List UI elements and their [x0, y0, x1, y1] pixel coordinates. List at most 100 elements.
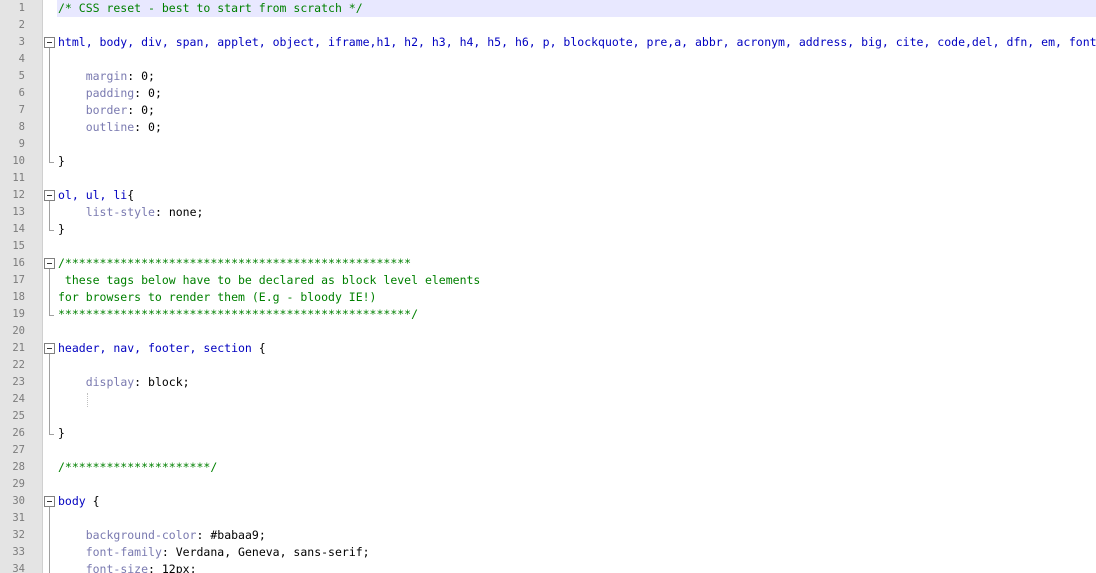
fold-collapse-icon[interactable]	[44, 34, 55, 51]
fold-end-marker	[44, 306, 55, 323]
fold-collapse-icon[interactable]	[44, 493, 55, 510]
code-line[interactable]: 34 font-size: 12px;	[0, 561, 1096, 573]
line-code[interactable]	[57, 391, 1096, 408]
line-code[interactable]	[57, 476, 1096, 493]
line-code[interactable]: /***************************************…	[57, 255, 1096, 272]
line-code[interactable]: header, nav, footer, section {	[57, 340, 1096, 357]
fold-collapse-icon[interactable]	[44, 340, 55, 357]
line-code[interactable]: }	[57, 425, 1096, 442]
code-line[interactable]: 18 for browsers to render them (E.g - blo…	[0, 289, 1096, 306]
fold-empty	[44, 323, 55, 340]
line-code[interactable]: background-color: #babaa9;	[57, 527, 1096, 544]
line-number: 5	[18, 70, 25, 82]
fold-guide-line	[44, 391, 55, 408]
line-number: 32	[12, 529, 25, 541]
fold-guide-line	[44, 510, 55, 527]
line-number: 28	[12, 461, 25, 473]
line-code[interactable]: ****************************************…	[57, 306, 1096, 323]
code-line[interactable]: 3 html, body, div, span, applet, object, …	[0, 34, 1096, 51]
line-code[interactable]: outline: 0;	[57, 119, 1096, 136]
code-line[interactable]: 24	[0, 391, 1096, 408]
code-line[interactable]: 6 padding: 0;	[0, 85, 1096, 102]
fold-collapse-icon[interactable]	[44, 255, 55, 272]
line-code[interactable]: display: block;	[57, 374, 1096, 391]
fold-guide-line	[44, 289, 55, 306]
line-code[interactable]: these tags below have to be declared as …	[57, 272, 1096, 289]
line-number: 6	[18, 87, 25, 99]
code-line[interactable]: 16 /*************************************…	[0, 255, 1096, 272]
code-line[interactable]: 28 /*********************/	[0, 459, 1096, 476]
code-line[interactable]: 10}	[0, 153, 1096, 170]
code-line[interactable]: 26}	[0, 425, 1096, 442]
code-line[interactable]: 32 background-color: #babaa9;	[0, 527, 1096, 544]
code-line[interactable]: 29	[0, 476, 1096, 493]
code-line[interactable]: 4	[0, 51, 1096, 68]
line-code[interactable]: margin: 0;	[57, 68, 1096, 85]
line-code[interactable]	[57, 51, 1096, 68]
line-code[interactable]: /* CSS reset - best to start from scratc…	[57, 0, 1096, 17]
line-code[interactable]	[57, 408, 1096, 425]
line-code[interactable]	[57, 510, 1096, 527]
line-code[interactable]	[57, 170, 1096, 187]
code-line[interactable]: 23 display: block;	[0, 374, 1096, 391]
code-line[interactable]: 25	[0, 408, 1096, 425]
line-code[interactable]: for browsers to render them (E.g - blood…	[57, 289, 1096, 306]
line-code[interactable]: font-size: 12px;	[57, 561, 1096, 573]
fold-collapse-icon[interactable]	[44, 187, 55, 204]
code-line[interactable]: 7 border: 0;	[0, 102, 1096, 119]
line-code[interactable]: padding: 0;	[57, 85, 1096, 102]
code-line[interactable]: 1 /* CSS reset - best to start from scrat…	[0, 0, 1096, 17]
code-line[interactable]: 12 ol, ul, li{	[0, 187, 1096, 204]
line-code[interactable]	[57, 442, 1096, 459]
code-line[interactable]: 31	[0, 510, 1096, 527]
line-code[interactable]: /*********************/	[57, 459, 1096, 476]
line-code[interactable]	[57, 323, 1096, 340]
fold-guide-line	[44, 51, 55, 68]
line-code[interactable]	[57, 357, 1096, 374]
line-code[interactable]: ol, ul, li{	[57, 187, 1096, 204]
code-line[interactable]: 5 margin: 0;	[0, 68, 1096, 85]
fold-guide-line	[44, 102, 55, 119]
code-line[interactable]: 13 list-style: none;	[0, 204, 1096, 221]
code-token-plain: :	[134, 375, 149, 389]
line-number: 16	[12, 257, 25, 269]
fold-guide-line	[44, 357, 55, 374]
code-line[interactable]: 21 header, nav, footer, section {	[0, 340, 1096, 357]
line-number: 1	[18, 2, 25, 14]
code-lines[interactable]: 1 /* CSS reset - best to start from scrat…	[0, 0, 1096, 573]
line-code[interactable]	[57, 17, 1096, 34]
line-code[interactable]: }	[57, 221, 1096, 238]
line-number: 13	[12, 206, 25, 218]
line-number: 29	[12, 478, 25, 490]
code-line[interactable]: 11	[0, 170, 1096, 187]
code-line[interactable]: 30 body {	[0, 493, 1096, 510]
code-line[interactable]: 19 **************************************…	[0, 306, 1096, 323]
code-line[interactable]: 33 font-family: Verdana, Geneva, sans-se…	[0, 544, 1096, 561]
code-token-plain: ;	[182, 375, 190, 389]
code-line[interactable]: 15	[0, 238, 1096, 255]
line-code[interactable]: html, body, div, span, applet, object, i…	[57, 34, 1096, 51]
line-code[interactable]: list-style: none;	[57, 204, 1096, 221]
code-token-plain: :	[154, 205, 169, 219]
line-code[interactable]: body {	[57, 493, 1096, 510]
line-code[interactable]: font-family: Verdana, Geneva, sans-serif…	[57, 544, 1096, 561]
code-line[interactable]: 14}	[0, 221, 1096, 238]
code-token-comment: /* CSS reset - best to start from scratc…	[58, 1, 363, 15]
code-line[interactable]: 22	[0, 357, 1096, 374]
code-editor[interactable]: 1 /* CSS reset - best to start from scrat…	[0, 0, 1096, 573]
code-token-val: none	[168, 205, 197, 219]
line-code[interactable]	[57, 238, 1096, 255]
line-code[interactable]: border: 0;	[57, 102, 1096, 119]
code-line[interactable]: 20	[0, 323, 1096, 340]
fold-end-marker	[44, 425, 55, 442]
fold-end-marker	[44, 221, 55, 238]
code-line[interactable]: 17 these tags below have to be declared …	[0, 272, 1096, 289]
code-line[interactable]: 2	[0, 17, 1096, 34]
line-code[interactable]: }	[57, 153, 1096, 170]
code-line[interactable]: 27	[0, 442, 1096, 459]
code-line[interactable]: 9	[0, 136, 1096, 153]
code-token-plain: }	[58, 222, 65, 236]
line-number: 19	[12, 308, 25, 320]
line-code[interactable]	[57, 136, 1096, 153]
code-line[interactable]: 8 outline: 0;	[0, 119, 1096, 136]
